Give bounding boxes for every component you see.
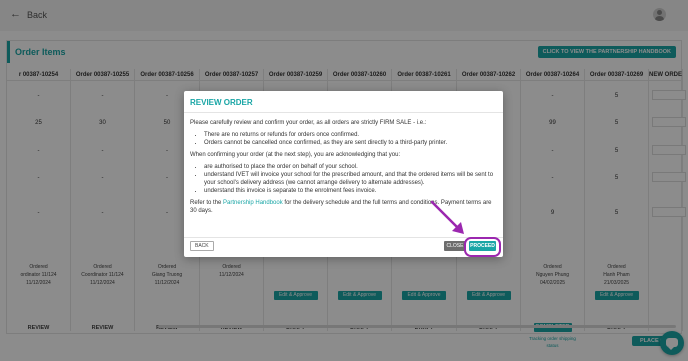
divider: [184, 112, 503, 113]
back-button[interactable]: BACK: [190, 241, 214, 251]
annotation-arrow-icon: [430, 200, 464, 234]
highlight-ring: [464, 237, 501, 257]
modal-intro: Please carefully review and confirm your…: [190, 120, 427, 126]
partnership-handbook-link[interactable]: Partnership Handbook: [223, 200, 283, 206]
refer-prefix: Refer to the: [190, 200, 224, 206]
list-item: are authorised to place the order on beh…: [204, 163, 496, 171]
list-item: Orders cannot be cancelled once confirme…: [204, 139, 496, 147]
list-item: understand IVET will invoice your school…: [204, 171, 496, 187]
modal-acknowledge: When confirming your order (at the next …: [190, 152, 401, 158]
list-item: There are no returns or refunds for orde…: [204, 131, 496, 139]
firm-sale-list: There are no returns or refunds for orde…: [204, 131, 496, 147]
acknowledge-list: are authorised to place the order on beh…: [204, 163, 496, 195]
close-button[interactable]: CLOSE: [444, 241, 466, 251]
modal-title: REVIEW ORDER: [190, 98, 253, 107]
list-item: understand this invoice is separate to t…: [204, 187, 496, 195]
